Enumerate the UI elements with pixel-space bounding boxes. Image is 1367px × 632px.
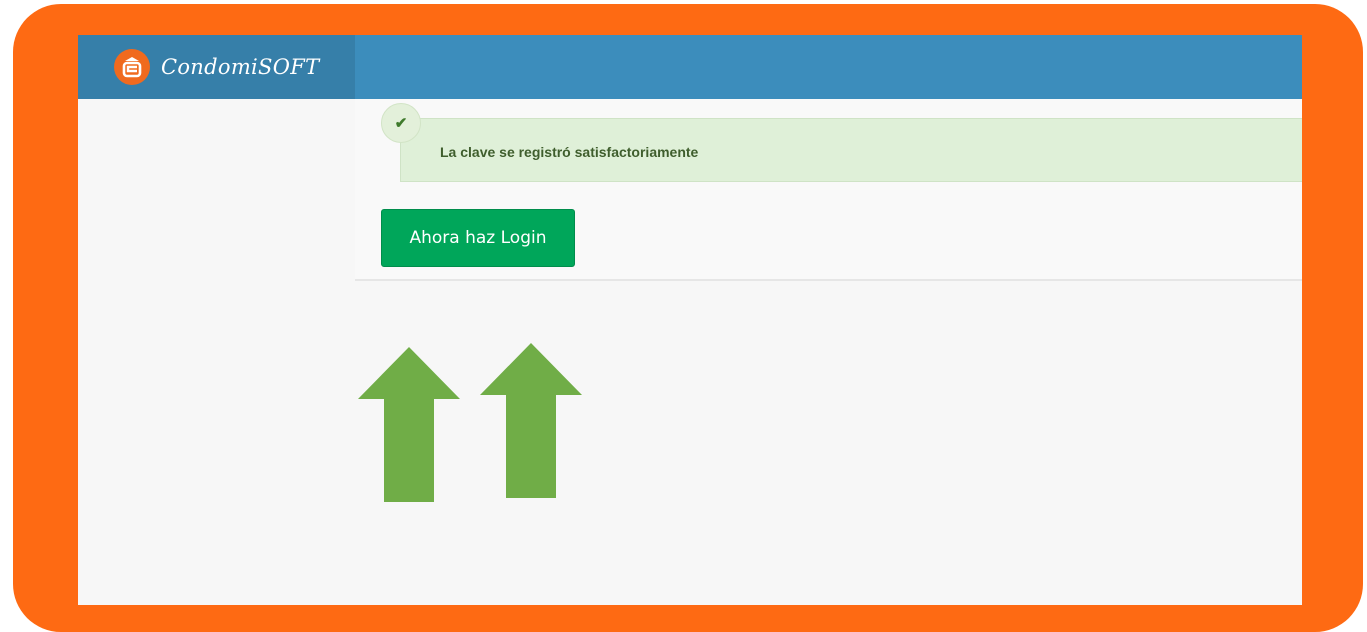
login-button[interactable]: Ahora haz Login	[381, 209, 575, 267]
brand-area[interactable]: CondomiSOFT	[78, 35, 355, 99]
logo-icon	[114, 49, 150, 85]
check-icon: ✔	[381, 103, 421, 143]
alert-message: La clave se registró satisfactoriamente	[440, 144, 699, 160]
content-box: La clave se registró satisfactoriamente …	[355, 99, 1302, 281]
brand-name: CondomiSOFT	[161, 55, 320, 79]
up-arrow-icon	[358, 347, 460, 502]
up-arrow-icon	[480, 343, 582, 498]
success-alert: La clave se registró satisfactoriamente	[400, 118, 1302, 182]
top-navbar: CondomiSOFT	[78, 35, 1302, 99]
app-window: CondomiSOFT La clave se registró satisfa…	[78, 35, 1302, 605]
